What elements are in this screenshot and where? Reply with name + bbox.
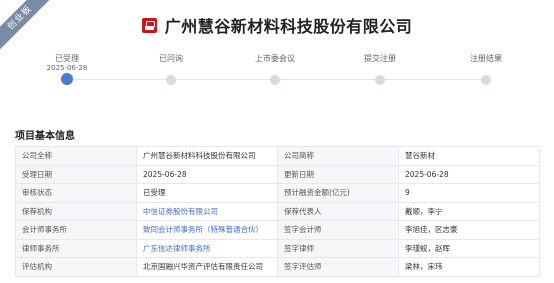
label-sponsor-representative: 保荐代表人	[277, 201, 399, 221]
step-dot	[375, 75, 385, 85]
label-accept-date: 受理日期	[15, 164, 137, 184]
label-law-firm: 律师事务所	[15, 238, 137, 258]
timeline-step-accepted[interactable]: 已受理 2025-06-28	[22, 54, 112, 85]
step-dot	[270, 75, 280, 85]
label-sponsor: 保荐机构	[15, 201, 137, 221]
project-info-table: 公司全称 广州慧谷新材料科技股份有限公司 公司简称 慧谷新材 受理日期 2025…	[15, 146, 540, 277]
value-update-date: 2025-06-28	[398, 164, 540, 184]
value-appraisal-firm: 北京国融兴华资产评估有限责任公司	[136, 257, 278, 277]
value-company-full-name: 广州慧谷新材料科技股份有限公司	[136, 146, 278, 166]
label-expected-financing: 预计融资金额(亿元)	[277, 183, 399, 203]
value-expected-financing: 9	[398, 183, 540, 203]
law-firm-link[interactable]: 广东信达律师事务所	[136, 238, 278, 258]
accounting-firm-link[interactable]: 致同会计师事务所（特殊普通合伙）	[136, 220, 278, 240]
step-dot-active	[61, 73, 73, 85]
step-date: 2025-06-28	[46, 64, 88, 72]
review-progress-timeline: 已受理 2025-06-28 已问询 上市委会议 提交注册 注册结果	[0, 54, 554, 88]
section-title: 项目基本信息	[15, 131, 75, 142]
value-sponsor-representative: 戴顺，李宁	[398, 201, 540, 221]
label-review-status: 审核状态	[15, 183, 137, 203]
value-review-status: 已受理	[136, 183, 278, 203]
value-accept-date: 2025-06-28	[136, 164, 278, 184]
table-row: 受理日期 2025-06-28 更新日期 2025-06-28	[15, 164, 540, 184]
step-label: 上市委会议	[255, 54, 295, 63]
table-row: 会计师事务所 致同会计师事务所（特殊普通合伙） 签字会计师 李旭佳，区志豪	[15, 220, 540, 240]
table-row: 公司全称 广州慧谷新材料科技股份有限公司 公司简称 慧谷新材	[15, 146, 540, 166]
label-signing-appraiser: 签字评估师	[277, 257, 399, 277]
page-header: 广州慧谷新材料科技股份有限公司	[0, 12, 554, 38]
step-dot	[166, 75, 176, 85]
label-update-date: 更新日期	[277, 164, 399, 184]
value-signing-appraiser: 梁林，宋玮	[398, 257, 540, 277]
label-appraisal-firm: 评估机构	[15, 257, 137, 277]
sponsor-link[interactable]: 中信证券股份有限公司	[136, 201, 278, 221]
label-signing-lawyer: 签字律师	[277, 238, 399, 258]
table-row: 评估机构 北京国融兴华资产评估有限责任公司 签字评估师 梁林，宋玮	[15, 257, 540, 277]
label-accounting-firm: 会计师事务所	[15, 220, 137, 240]
timeline-step-inquired[interactable]: 已问询	[126, 54, 216, 85]
page-title: 广州慧谷新材料科技股份有限公司	[164, 17, 413, 36]
label-company-full-name: 公司全称	[15, 146, 137, 166]
step-label: 已受理	[55, 54, 79, 63]
step-dot	[481, 75, 491, 85]
company-building-icon	[141, 17, 157, 33]
value-company-short-name: 慧谷新材	[398, 146, 540, 166]
table-row: 保荐机构 中信证券股份有限公司 保荐代表人 戴顺，李宁	[15, 201, 540, 221]
step-label: 注册结果	[470, 54, 502, 63]
value-signing-lawyer: 李瑾蛟，赵晖	[398, 238, 540, 258]
step-label: 已问询	[159, 54, 183, 63]
table-row: 审核状态 已受理 预计融资金额(亿元) 9	[15, 183, 540, 203]
timeline-step-registration-submitted[interactable]: 提交注册	[335, 54, 425, 85]
timeline-step-registration-result[interactable]: 注册结果	[441, 54, 531, 85]
table-row: 律师事务所 广东信达律师事务所 签字律师 李瑾蛟，赵晖	[15, 238, 540, 258]
label-company-short-name: 公司简称	[277, 146, 399, 166]
timeline-step-listing-committee[interactable]: 上市委会议	[230, 54, 320, 85]
value-signing-accountant: 李旭佳，区志豪	[398, 220, 540, 240]
step-label: 提交注册	[364, 54, 396, 63]
label-signing-accountant: 签字会计师	[277, 220, 399, 240]
